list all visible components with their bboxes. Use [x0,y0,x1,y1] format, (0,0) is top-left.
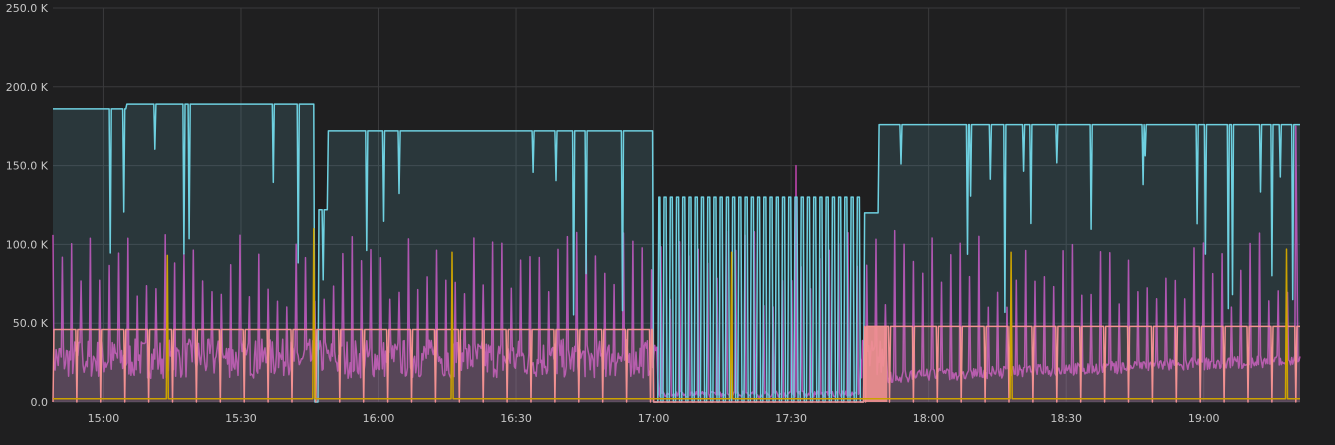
series-salmon-block [864,326,888,402]
x-tick-label: 18:00 [913,412,945,425]
series-layer [52,103,1301,403]
chart-root: 0.0 50.0 K 100.0 K 150.0 K 200.0 K 250.0 K 15… [6,2,1301,425]
y-tick-label: 200.0 K [6,81,49,94]
x-tick-label: 17:30 [775,412,807,425]
x-tick-label: 19:00 [1188,412,1220,425]
y-tick-label: 100.0 K [6,238,49,251]
y-tick-label: 0.0 [31,396,49,409]
y-axis: 0.0 50.0 K 100.0 K 150.0 K 200.0 K 250.0 K [6,2,49,409]
y-tick-label: 50.0 K [13,317,49,330]
y-tick-label: 250.0 K [6,2,49,15]
x-tick-label: 16:00 [363,412,395,425]
x-tick-label: 18:30 [1050,412,1082,425]
x-tick-label: 16:30 [500,412,532,425]
x-tick-label: 17:00 [638,412,670,425]
x-tick-label: 15:00 [88,412,120,425]
x-axis: 15:00 15:30 16:00 16:30 17:00 17:30 18:00 18:30… [88,412,1220,425]
y-tick-label: 150.0 K [6,160,49,173]
x-tick-label: 15:30 [225,412,257,425]
